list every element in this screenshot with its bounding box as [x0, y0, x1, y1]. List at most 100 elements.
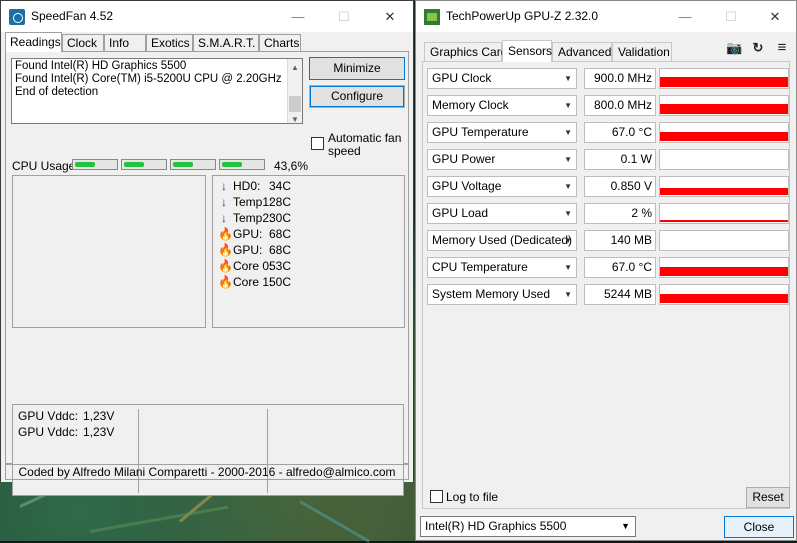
flame-icon: 🔥 — [218, 259, 233, 273]
tab-validation[interactable]: Validation — [612, 42, 672, 61]
cpu-core-meter — [72, 159, 118, 170]
sensor-label-dropdown[interactable]: GPU Load ▼ — [427, 203, 577, 224]
cpu-core-meter — [219, 159, 265, 170]
log-line: End of detection — [15, 86, 99, 98]
tab-clock[interactable]: Clock — [62, 34, 104, 51]
tab-sensors[interactable]: Sensors — [502, 40, 552, 62]
temperature-row: ↓ HD0: 34C — [218, 179, 291, 195]
cpu-usage-value: 43,6% — [274, 159, 309, 173]
fans-box — [12, 175, 206, 328]
fan-app-icon — [9, 9, 25, 25]
sensor-row: GPU Power ▼ 0.1 W — [427, 149, 789, 170]
scroll-down-icon[interactable]: ▼ — [291, 113, 299, 126]
tab-exotics[interactable]: Exotics — [146, 34, 193, 51]
column-divider — [138, 409, 139, 493]
scroll-thumb[interactable] — [289, 96, 301, 112]
sensor-label-dropdown[interactable]: Memory Clock ▼ — [427, 95, 577, 116]
readings-panel: Found Intel(R) HD Graphics 5500 Found In… — [5, 51, 409, 496]
cpu-core-meter — [121, 159, 167, 170]
log-scrollbar[interactable]: ▲ ▼ — [287, 59, 302, 126]
close-window-button[interactable]: ✕ — [752, 1, 797, 32]
chevron-down-icon: ▼ — [564, 182, 572, 191]
temperature-row: ↓ Temp2:30C — [218, 211, 291, 227]
log-to-file-checkbox[interactable] — [430, 490, 443, 503]
maximize-window-button[interactable]: ☐ — [321, 1, 367, 32]
log-line: Found Intel(R) Core(TM) i5-5200U CPU @ 2… — [15, 73, 282, 85]
sensor-graph — [659, 149, 789, 170]
chevron-down-icon: ▼ — [564, 155, 572, 164]
chevron-down-icon: ▼ — [564, 236, 572, 245]
sensor-graph — [659, 284, 789, 305]
temperature-row: 🔥GPU: 68C — [218, 227, 292, 241]
tab-info[interactable]: Info — [104, 34, 146, 51]
sensor-label-dropdown[interactable]: GPU Temperature ▼ — [427, 122, 577, 143]
speedfan-body: Readings Clock Info Exotics S.M.A.R.T. C… — [1, 32, 413, 496]
detection-log[interactable]: Found Intel(R) HD Graphics 5500 Found In… — [11, 58, 303, 124]
close-button[interactable]: Close — [724, 516, 794, 538]
cpu-core-meter — [170, 159, 216, 170]
reset-button[interactable]: Reset — [746, 487, 790, 508]
gpuz-window: TechPowerUp GPU-Z 2.32.0 — ☐ ✕ Graphics … — [415, 0, 797, 541]
scroll-up-icon[interactable]: ▲ — [291, 61, 299, 74]
speedfan-window: SpeedFan 4.52 — ☐ ✕ Readings Clock Info … — [0, 0, 414, 496]
cpu-usage-label: CPU Usage — [12, 159, 76, 173]
chevron-down-icon: ▼ — [564, 128, 572, 137]
sensor-graph — [659, 257, 789, 278]
sensor-row: CPU Temperature ▼ 67.0 °C — [427, 257, 789, 278]
temperature-row: 🔥GPU: 68C — [218, 243, 292, 257]
gpu-app-icon — [424, 9, 440, 25]
window-title: TechPowerUp GPU-Z 2.32.0 — [446, 9, 599, 23]
sensor-graph — [659, 68, 789, 89]
device-select[interactable]: Intel(R) HD Graphics 5500 ▼ — [420, 516, 636, 537]
tab-graphics-card[interactable]: Graphics Card — [424, 42, 507, 61]
flame-icon: 🔥 — [218, 275, 233, 289]
tab-readings[interactable]: Readings — [5, 32, 62, 52]
column-divider — [267, 409, 268, 493]
sensor-label-dropdown[interactable]: GPU Clock ▼ — [427, 68, 577, 89]
sensor-label-dropdown[interactable]: Memory Used (Dedicated) ▼ — [427, 230, 577, 251]
sensor-graph — [659, 230, 789, 251]
wallpaper-streak — [89, 505, 229, 533]
sensor-label-dropdown[interactable]: GPU Voltage ▼ — [427, 176, 577, 197]
sensor-value: 67.0 °C — [584, 122, 656, 143]
sensor-row: Memory Used (Dedicated) ▼ 140 MB — [427, 230, 789, 251]
sensor-value: 0.1 W — [584, 149, 656, 170]
temperature-row: 🔥Core 0:53C — [218, 259, 292, 273]
sensor-graph — [659, 176, 789, 197]
speedfan-titlebar[interactable]: SpeedFan 4.52 — ☐ ✕ — [1, 1, 413, 32]
chevron-down-icon: ▼ — [564, 263, 572, 272]
tab-advanced[interactable]: Advanced — [552, 42, 612, 61]
refresh-icon[interactable]: ↻ — [750, 40, 766, 56]
voltages-box: GPU Vddc: 1,23V GPU Vddc: 1,23V — [12, 404, 404, 496]
menu-icon[interactable]: ≡ — [774, 40, 790, 56]
chevron-down-icon: ▼ — [564, 290, 572, 299]
maximize-window-button[interactable]: ☐ — [708, 1, 754, 32]
wallpaper-streak — [299, 500, 371, 543]
sensor-label-dropdown[interactable]: System Memory Used ▼ — [427, 284, 577, 305]
sensor-graph — [659, 95, 789, 116]
automatic-fan-speed-checkbox[interactable] — [311, 137, 324, 150]
minimize-window-button[interactable]: — — [662, 1, 708, 32]
sensor-graph — [659, 203, 789, 224]
sensor-row: GPU Clock ▼ 900.0 MHz — [427, 68, 789, 89]
tab-charts[interactable]: Charts — [259, 34, 301, 51]
minimize-button[interactable]: Minimize — [309, 57, 405, 80]
configure-button[interactable]: Configure — [309, 85, 405, 108]
sensor-row: Memory Clock ▼ 800.0 MHz — [427, 95, 789, 116]
voltage-row: GPU Vddc: 1,23V — [18, 409, 115, 423]
close-window-button[interactable]: ✕ — [367, 1, 413, 32]
sensor-value: 67.0 °C — [584, 257, 656, 278]
minimize-window-button[interactable]: — — [275, 1, 321, 32]
temperature-row: 🔥Core 1:50C — [218, 275, 292, 289]
log-line: Found Intel(R) HD Graphics 5500 — [15, 60, 187, 72]
camera-icon[interactable]: 📷 — [726, 40, 742, 56]
gpuz-titlebar[interactable]: TechPowerUp GPU-Z 2.32.0 — ☐ ✕ — [416, 1, 796, 32]
arrow-down-icon: ↓ — [221, 195, 227, 209]
tab-smart[interactable]: S.M.A.R.T. — [193, 34, 259, 51]
temperature-row: ↓ Temp1:28C — [218, 195, 291, 211]
sensor-label-dropdown[interactable]: CPU Temperature ▼ — [427, 257, 577, 278]
sensor-row: System Memory Used ▼ 5244 MB — [427, 284, 789, 305]
sensor-value: 0.850 V — [584, 176, 656, 197]
flame-icon: 🔥 — [218, 227, 233, 241]
sensor-label-dropdown[interactable]: GPU Power ▼ — [427, 149, 577, 170]
